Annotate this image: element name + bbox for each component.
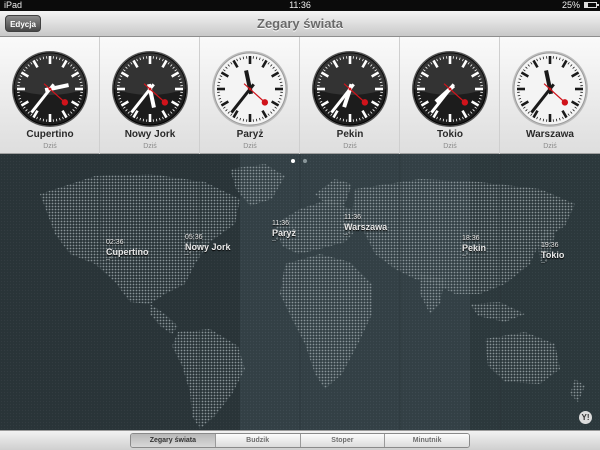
world-map-graphic [0, 154, 600, 430]
analog-clock-face [212, 51, 288, 127]
pin-weather: --° [106, 257, 113, 263]
segmented-control[interactable]: Zegary świata Budzik Stoper Minutnik [130, 433, 470, 448]
clock-city-label: Nowy Jork [124, 129, 176, 140]
clock-day-label: Dziś [143, 143, 157, 150]
clock-city-label: Tokio [437, 129, 463, 140]
clock-city-label: Cupertino [26, 129, 74, 140]
map-pin-warsaw[interactable]: 11:36 Warszawa --° [344, 214, 387, 238]
pin-time: 19:36 [541, 242, 559, 249]
tab-timer[interactable]: Minutnik [385, 434, 469, 447]
page-indicator-dot[interactable] [303, 159, 307, 163]
status-bar: iPad 11:36 25% [0, 0, 600, 11]
analog-clock-face [12, 51, 88, 127]
pin-city: Nowy Jork [185, 242, 231, 252]
tab-stopwatch[interactable]: Stoper [300, 434, 386, 447]
clock-city-label: Pekin [336, 129, 364, 140]
analog-clock-face [312, 51, 388, 127]
analog-clock-face [412, 51, 488, 127]
tab-world-clock[interactable]: Zegary świata [131, 434, 216, 447]
map-pin-paris[interactable]: 11:36 Paryż --° [272, 220, 296, 244]
navigation-bar: Zegary świata Edycja [0, 11, 600, 37]
clock-beijing[interactable]: Pekin Dziś [300, 37, 400, 154]
clocks-strip[interactable]: Cupertino Dziś Nowy Jork Dziś Paryż Dziś… [0, 37, 600, 154]
pin-city: Warszawa [344, 222, 388, 232]
pin-city: Tokio [541, 250, 565, 260]
analog-clock-face [512, 51, 588, 127]
clock-city-label: Warszawa [526, 129, 574, 140]
map-pin-beijing[interactable]: 18:36 Pekin --° [462, 235, 486, 259]
tab-bar: Zegary świata Budzik Stoper Minutnik [0, 430, 600, 450]
page-title: Zegary świata [257, 16, 343, 31]
map-pin-cupertino[interactable]: 02:36 Cupertino --° [106, 239, 149, 263]
pin-city: Pekin [462, 243, 487, 253]
pin-time: 11:36 [272, 220, 289, 227]
edit-button[interactable]: Edycja [5, 15, 41, 32]
clock-city-label: Paryż [236, 129, 264, 140]
pin-city: Cupertino [106, 247, 149, 257]
pin-time: 18:36 [462, 235, 480, 242]
tab-alarm[interactable]: Budzik [215, 434, 301, 447]
status-time: 11:36 [289, 0, 311, 10]
clock-day-label: Dziś [443, 143, 457, 150]
clock-paris[interactable]: Paryż Dziś [200, 37, 300, 154]
battery-icon [584, 2, 599, 8]
pin-time: 02:36 [106, 239, 124, 246]
pin-weather: --° [462, 253, 469, 259]
page-indicator-dot[interactable] [291, 159, 295, 163]
clock-day-label: Dziś [43, 143, 57, 150]
analog-clock-face [112, 51, 188, 127]
clock-cupertino[interactable]: Cupertino Dziś [0, 37, 100, 154]
clock-day-label: Dziś [343, 143, 357, 150]
pin-time: 05:36 [185, 234, 203, 241]
pin-weather: --° [344, 232, 351, 238]
clock-tokyo[interactable]: Tokio Dziś [400, 37, 500, 154]
pin-weather: --° [272, 238, 279, 244]
map-pin-tokyo[interactable]: 19:36 Tokio --° [541, 242, 564, 266]
pin-city: Paryż [272, 228, 297, 238]
battery-percent: 25% [561, 0, 580, 10]
clock-day-label: Dziś [243, 143, 257, 150]
yahoo-logo[interactable]: Y! [579, 411, 592, 424]
world-map[interactable]: 02:36 Cupertino --° 05:36 Nowy Jork --° … [0, 154, 600, 430]
pin-weather: --° [185, 252, 192, 258]
clock-day-label: Dziś [543, 143, 557, 150]
clock-new-york[interactable]: Nowy Jork Dziś [100, 37, 200, 154]
map-pin-new-york[interactable]: 05:36 Nowy Jork --° [185, 234, 231, 258]
pin-weather: --° [541, 260, 548, 266]
pin-time: 11:36 [344, 214, 361, 221]
clock-warsaw[interactable]: Warszawa Dziś [500, 37, 600, 154]
